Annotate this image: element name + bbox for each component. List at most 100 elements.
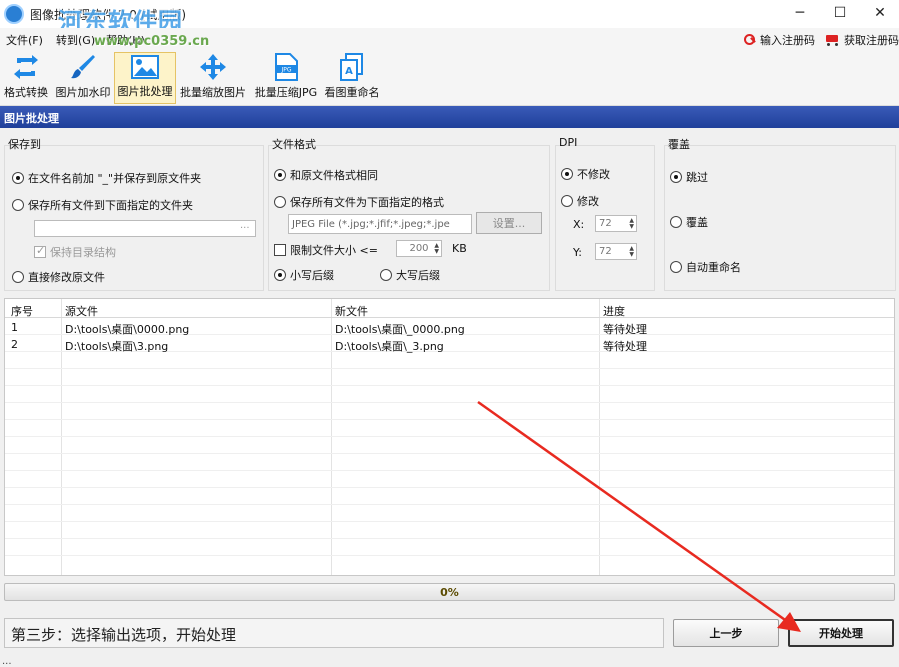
browse-button[interactable]: ... <box>240 220 250 231</box>
jpg-icon: JPG <box>271 53 301 81</box>
tool-format-convert[interactable]: 格式转换 <box>2 52 50 104</box>
radio-dpi-modify[interactable]: 修改 <box>561 193 599 209</box>
table-cell-target: D:\tools\桌面\_0000.png <box>335 323 465 336</box>
watermark-url: www.pc0359.cn <box>94 34 210 49</box>
prev-step-button[interactable]: 上一步 <box>673 619 779 647</box>
menu-goto[interactable]: 转到(G) <box>56 32 95 48</box>
move-icon <box>198 53 228 81</box>
maximize-button[interactable]: ☐ <box>819 0 861 26</box>
tool-label: 批量压缩JPG <box>254 86 318 99</box>
radio-same-format[interactable]: 和原文件格式相同 <box>274 167 378 183</box>
start-process-button[interactable]: 开始处理 <box>788 619 894 647</box>
limit-size-checkbox[interactable]: 限制文件大小 <= <box>274 242 378 258</box>
checkbox[interactable] <box>34 244 46 258</box>
tool-label: 格式转换 <box>4 86 48 99</box>
register-link[interactable]: 输入注册码 <box>744 32 815 48</box>
dpi-x-label: X: <box>573 218 585 231</box>
close-button[interactable]: ✕ <box>859 0 899 26</box>
register-label: 输入注册码 <box>760 34 815 47</box>
radio-button[interactable] <box>12 271 24 283</box>
dpi-x-input[interactable]: 72 ▲ ▼ <box>595 215 637 232</box>
tool-label: 图片批处理 <box>117 85 173 98</box>
column-header-target[interactable]: 新文件 <box>335 303 368 319</box>
cover-group: 覆盖 跳过 覆盖 自动重命名 <box>664 136 896 291</box>
format-select[interactable]: JPEG File (*.jpg;*.jfif;*.jpeg;*.jpe <box>288 214 472 234</box>
table-cell-progress: 等待处理 <box>603 340 647 353</box>
group-title: 覆盖 <box>668 138 690 151</box>
buy-link[interactable]: 获取注册码 <box>824 32 899 48</box>
radio-button[interactable] <box>670 261 682 273</box>
menu-file[interactable]: 文件(F) <box>6 32 43 48</box>
tool-label: 看图重命名 <box>324 86 380 99</box>
spinner-arrows-icon[interactable]: ▲ ▼ <box>629 218 634 230</box>
save-to-group: 保存到 在文件名前加 "_"并保存到原文件夹 保存所有文件到下面指定的文件夹 .… <box>4 136 264 291</box>
toolbar: 格式转换 图片加水印 图片批处理 批量缩放图片 JPG 批量压缩JPG A 看图… <box>0 50 899 106</box>
svg-text:JPG: JPG <box>280 67 291 74</box>
table-cell-target: D:\tools\桌面\_3.png <box>335 340 444 353</box>
tool-label: 图片加水印 <box>55 86 111 99</box>
file-format-group: 文件格式 和原文件格式相同 保存所有文件为下面指定的格式 JPEG File (… <box>268 136 550 291</box>
group-title: 文件格式 <box>272 138 316 151</box>
tool-rename[interactable]: A 看图重命名 <box>322 52 382 104</box>
minimize-button[interactable]: ─ <box>779 0 821 26</box>
tool-batch-compress[interactable]: JPG 批量压缩JPG <box>252 52 320 104</box>
radio-save-as-format[interactable]: 保存所有文件为下面指定的格式 <box>274 194 444 210</box>
settings-button[interactable]: 设置... <box>476 212 542 234</box>
file-table[interactable]: 序号 源文件 新文件 进度 1 D:\tools\桌面\0000.png D:\… <box>4 298 895 576</box>
radio-button[interactable] <box>561 168 573 180</box>
radio-skip[interactable]: 跳过 <box>670 169 708 185</box>
spinner-arrows-icon[interactable]: ▲ ▼ <box>434 243 439 255</box>
radio-overwrite[interactable]: 覆盖 <box>670 214 708 230</box>
spinner-arrows-icon[interactable]: ▲ ▼ <box>629 246 634 258</box>
radio-button[interactable] <box>274 196 286 208</box>
buy-label: 获取注册码 <box>844 34 899 47</box>
radio-button[interactable] <box>670 216 682 228</box>
progress-bar: 0% <box>4 583 895 601</box>
table-cell-index: 1 <box>11 321 18 334</box>
table-cell-source: D:\tools\桌面\0000.png <box>65 323 190 336</box>
table-cell-source: D:\tools\桌面\3.png <box>65 340 169 353</box>
tool-watermark[interactable]: 图片加水印 <box>54 52 112 104</box>
radio-prefix-original[interactable]: 在文件名前加 "_"并保存到原文件夹 <box>12 170 201 186</box>
rename-icon: A <box>337 53 367 81</box>
tool-batch-process[interactable]: 图片批处理 <box>114 52 176 104</box>
radio-uppercase-ext[interactable]: 大写后缀 <box>380 267 440 283</box>
footer-text: ... <box>2 656 12 667</box>
tool-batch-resize[interactable]: 批量缩放图片 <box>178 52 248 104</box>
title-bar: 图像批处理软件 2.0 (试用版) 河东软件园 ─ ☐ ✕ <box>0 0 899 36</box>
dpi-y-label: Y: <box>573 246 582 259</box>
group-title: 保存到 <box>8 138 41 151</box>
folder-path-input[interactable] <box>34 220 256 237</box>
radio-button[interactable] <box>380 269 392 281</box>
radio-auto-rename[interactable]: 自动重命名 <box>670 259 741 275</box>
radio-button[interactable] <box>12 172 24 184</box>
radio-lowercase-ext[interactable]: 小写后缀 <box>274 267 334 283</box>
radio-button[interactable] <box>274 269 286 281</box>
cart-icon <box>824 34 840 47</box>
column-header-progress[interactable]: 进度 <box>603 303 625 319</box>
brush-icon <box>68 53 98 81</box>
dpi-group: DPI 不修改 修改 X: 72 ▲ ▼ Y: 72 ▲ ▼ <box>555 136 655 291</box>
column-header-index[interactable]: 序号 <box>11 303 33 319</box>
radio-dpi-unchanged[interactable]: 不修改 <box>561 166 610 182</box>
table-cell-progress: 等待处理 <box>603 323 647 336</box>
limit-unit: KB <box>452 242 467 255</box>
checkbox[interactable] <box>274 244 286 256</box>
column-header-source[interactable]: 源文件 <box>65 303 98 319</box>
radio-button[interactable] <box>670 171 682 183</box>
limit-size-input[interactable]: 200 ▲ ▼ <box>396 240 442 257</box>
radio-save-folder[interactable]: 保存所有文件到下面指定的文件夹 <box>12 197 193 213</box>
progress-label: 0% <box>440 586 459 599</box>
step-status-text: 第三步：选择输出选项，开始处理 <box>4 618 664 648</box>
radio-button[interactable] <box>12 199 24 211</box>
group-title: DPI <box>559 136 578 149</box>
radio-button[interactable] <box>561 195 573 207</box>
radio-overwrite-original[interactable]: 直接修改原文件 <box>12 269 105 285</box>
keep-structure-checkbox[interactable]: 保持目录结构 <box>34 244 116 260</box>
section-title: 图片批处理 <box>0 106 899 128</box>
image-icon <box>130 53 160 80</box>
key-icon <box>744 34 756 46</box>
dpi-y-input[interactable]: 72 ▲ ▼ <box>595 243 637 260</box>
convert-icon <box>11 53 41 81</box>
radio-button[interactable] <box>274 169 286 181</box>
